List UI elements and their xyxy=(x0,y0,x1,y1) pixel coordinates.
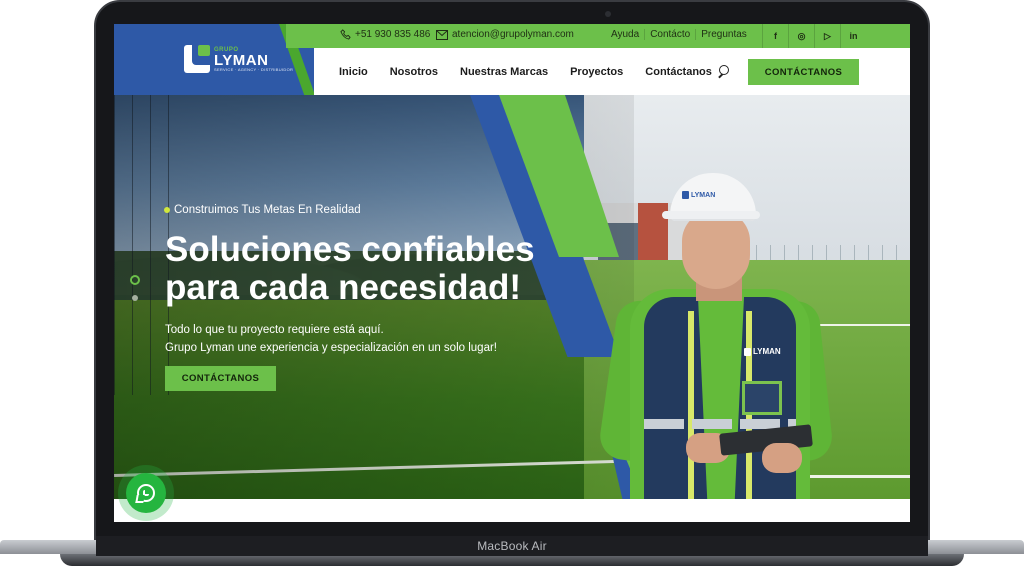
topbar-phone[interactable]: +51 930 835 486 xyxy=(340,29,430,40)
slider-dot-active[interactable] xyxy=(130,275,140,285)
header-contact-button[interactable]: CONTÁCTANOS xyxy=(748,59,859,85)
slider-dot[interactable] xyxy=(132,295,138,301)
slider-dots xyxy=(130,275,140,301)
hero-headline: Soluciones confiables para cada necesida… xyxy=(165,230,535,307)
brand-logo[interactable]: GRUPO LYMAN SERVICE · AGENCY · DISTRIBUI… xyxy=(184,45,293,73)
bullet-dot-icon xyxy=(164,207,170,213)
topbar-email[interactable]: atencion@grupolyman.com xyxy=(436,29,574,40)
youtube-icon[interactable]: ▷ xyxy=(814,24,840,48)
website-screen: LYMAN LYMAN Construimos Tus Metas En Rea… xyxy=(114,24,910,522)
top-bar: +51 930 835 486 atencion@grupolyman.com … xyxy=(286,24,910,48)
worker-photo: LYMAN LYMAN xyxy=(597,171,840,499)
facebook-icon[interactable]: f xyxy=(762,24,788,48)
hero-eyebrow: Construimos Tus Metas En Realidad xyxy=(164,204,361,216)
nav-item-inicio[interactable]: Inicio xyxy=(339,66,368,78)
hero-section: LYMAN LYMAN Construimos Tus Metas En Rea… xyxy=(114,95,910,499)
topbar-link-preguntas[interactable]: Preguntas xyxy=(695,29,752,40)
laptop-frame: MacBook Air LYMAN LYMAN Construimos Tus … xyxy=(0,0,1024,571)
social-links: f ◎ ▷ in xyxy=(762,24,866,48)
linkedin-icon[interactable]: in xyxy=(840,24,866,48)
main-nav: Inicio Nosotros Nuestras Marcas Proyecto… xyxy=(314,48,910,95)
whatsapp-icon xyxy=(137,484,155,502)
phone-icon xyxy=(340,29,351,40)
topbar-link-contacto[interactable]: Contácto xyxy=(644,29,695,40)
model-label: MacBook Air xyxy=(96,536,928,556)
helmet-logo: LYMAN xyxy=(682,191,715,199)
email-icon xyxy=(436,29,448,40)
vest-logo: LYMAN xyxy=(744,347,781,356)
topbar-links: Ayuda Contácto Preguntas xyxy=(606,29,752,40)
topbar-link-ayuda[interactable]: Ayuda xyxy=(606,29,644,40)
nav-item-nuestras-marcas[interactable]: Nuestras Marcas xyxy=(460,66,548,78)
nav-item-nosotros[interactable]: Nosotros xyxy=(390,66,438,78)
nav-item-contactanos[interactable]: Contáctanos xyxy=(645,66,712,78)
nav-item-proyectos[interactable]: Proyectos xyxy=(570,66,623,78)
hero-subtext: Todo lo que tu proyecto requiere está aq… xyxy=(165,324,497,354)
camera xyxy=(605,11,611,17)
search-icon[interactable] xyxy=(717,64,733,80)
hero-contact-button[interactable]: CONTÁCTANOS xyxy=(165,366,276,391)
whatsapp-button[interactable] xyxy=(126,473,166,513)
logo-mark-icon xyxy=(184,45,210,73)
instagram-icon[interactable]: ◎ xyxy=(788,24,814,48)
